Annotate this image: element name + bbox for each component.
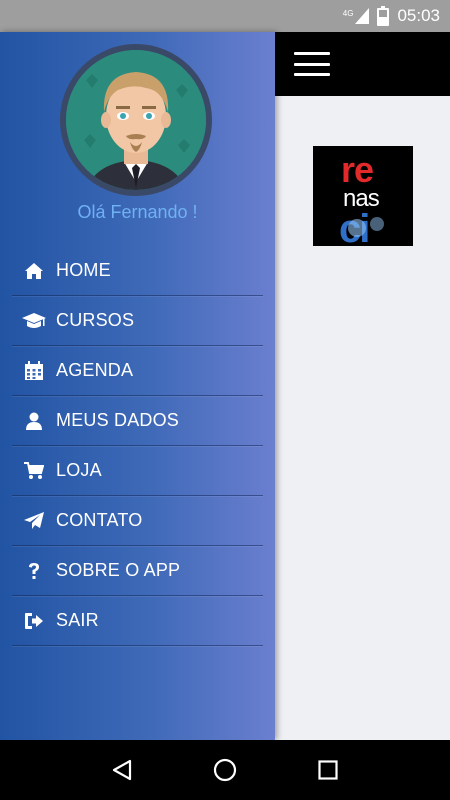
sign-out-icon bbox=[12, 612, 56, 630]
menu-label-sobre: SOBRE O APP bbox=[56, 560, 181, 580]
menu-icon[interactable] bbox=[294, 52, 330, 76]
menu-item-sobre[interactable]: SOBRE O APP bbox=[12, 546, 263, 596]
cart-icon bbox=[12, 461, 56, 480]
signal-icon bbox=[355, 8, 370, 24]
menu-item-home[interactable]: HOME bbox=[12, 246, 263, 296]
renasci-logo: re nas ci bbox=[313, 146, 413, 246]
navigation-drawer: Olá Fernando ! HOME CURSOS AGENDA MEUS D… bbox=[0, 32, 275, 740]
network-indicator: 4G bbox=[343, 8, 370, 24]
clock: 05:03 bbox=[397, 6, 440, 25]
menu-item-agenda[interactable]: AGENDA bbox=[12, 346, 263, 396]
menu-label-meus-dados: MEUS DADOS bbox=[56, 410, 180, 430]
menu-item-contato[interactable]: CONTATO bbox=[12, 496, 263, 546]
back-button[interactable] bbox=[102, 750, 142, 790]
back-triangle-icon bbox=[112, 759, 131, 781]
menu-label-contato: CONTATO bbox=[56, 510, 143, 530]
graduation-cap-icon bbox=[12, 312, 56, 330]
paper-plane-icon bbox=[12, 511, 56, 531]
calendar-icon bbox=[12, 360, 56, 381]
menu-item-loja[interactable]: LOJA bbox=[12, 446, 263, 496]
system-nav-bar bbox=[0, 740, 450, 800]
avatar-illustration bbox=[66, 50, 206, 190]
user-greeting: Olá Fernando ! bbox=[77, 202, 198, 222]
home-button[interactable] bbox=[205, 750, 245, 790]
home-icon bbox=[12, 262, 56, 280]
user-icon bbox=[12, 412, 56, 430]
network-type: 4G bbox=[342, 9, 354, 18]
menu-item-meus-dados[interactable]: MEUS DADOS bbox=[12, 396, 263, 446]
svg-text:re: re bbox=[341, 149, 373, 190]
recents-square-icon bbox=[318, 760, 338, 780]
battery-icon bbox=[377, 6, 390, 26]
home-circle-icon bbox=[213, 758, 237, 782]
question-icon bbox=[12, 562, 56, 580]
menu-item-cursos[interactable]: CURSOS bbox=[12, 296, 263, 346]
menu-label-loja: LOJA bbox=[56, 460, 102, 480]
menu-label-sair: SAIR bbox=[56, 610, 99, 630]
recents-button[interactable] bbox=[308, 750, 348, 790]
avatar[interactable] bbox=[60, 44, 212, 196]
status-bar: 4G 05:03 bbox=[0, 0, 450, 32]
menu-label-agenda: AGENDA bbox=[56, 360, 134, 380]
menu-label-home: HOME bbox=[56, 260, 111, 280]
menu-label-cursos: CURSOS bbox=[56, 310, 135, 330]
drawer-menu: HOME CURSOS AGENDA MEUS DADOS LOJA CONTA… bbox=[12, 246, 263, 646]
menu-item-sair[interactable]: SAIR bbox=[12, 596, 263, 646]
